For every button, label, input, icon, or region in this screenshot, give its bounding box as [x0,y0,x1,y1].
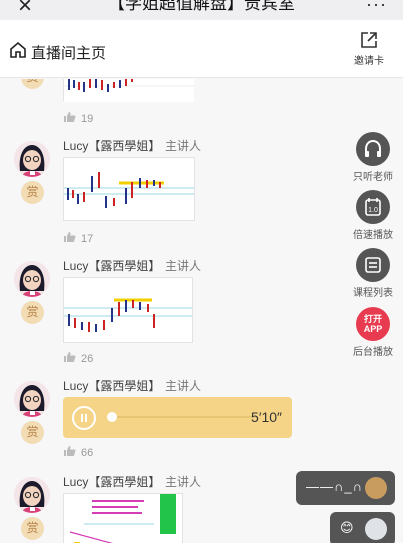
sender-name[interactable]: Lucy【露西學姐】 [63,473,160,490]
like-count[interactable]: 19 [63,111,93,125]
audio-progress-slider[interactable] [107,412,117,422]
user-avatar [365,518,387,540]
lecturer-avatar-illustration [14,141,50,177]
user-avatar [365,477,387,499]
avatar[interactable] [14,141,50,177]
sender-name[interactable]: Lucy【露西學姐】 [63,137,160,154]
invite-card-label: 邀请卡 [354,56,384,67]
avatar[interactable] [14,261,50,297]
course-list-label: 课程列表 [353,288,393,299]
like-count[interactable]: 26 [63,351,93,365]
annotated-chart-thumbnail [64,494,182,543]
page-title: 【学姐超值解盘】贵宾室 [108,0,295,13]
background-play-label: 后台播放 [353,347,393,358]
like-count-value: 19 [81,113,94,125]
comment-bubble[interactable]: 😊 [330,512,395,543]
thumbs-up-icon [64,232,76,242]
voice-duration: 5′10″ [251,409,282,425]
home-icon[interactable] [9,41,27,59]
voice-message-player[interactable]: 5′10″ [63,397,292,438]
reward-button[interactable]: 赏 [21,421,44,444]
comment-text: 😊 [340,520,355,535]
playback-speed-button[interactable]: 1.0 倍速播放 [351,190,395,241]
like-count-value: 66 [81,447,94,459]
title-bar: × 【学姐超值解盘】贵宾室 ··· [0,0,403,20]
lecturer-avatar-illustration [14,477,50,513]
sender-role: 主讲人 [165,259,202,273]
avatar[interactable] [14,381,50,417]
list-icon [356,248,390,282]
comment-text: ——∩_∩ [306,479,363,494]
sender-name[interactable]: Lucy【露西學姐】 [63,257,160,274]
headphones-icon [356,132,390,166]
like-count[interactable]: 66 [63,445,93,459]
pause-icon[interactable] [72,406,96,430]
share-icon [361,32,377,48]
playback-speed-label: 倍速播放 [353,230,393,241]
reward-button[interactable]: 赏 [21,517,44,540]
comment-bubble[interactable]: ——∩_∩ [296,471,395,505]
speed-value: 1.0 [368,207,378,214]
live-home-link[interactable]: 直播间主页 [31,42,106,63]
candlestick-chart-thumbnail [64,278,192,342]
sender-role: 主讲人 [165,475,202,489]
open-app-icon: 打开APP [356,307,390,341]
reward-button[interactable]: 赏 [21,79,44,89]
avatar[interactable] [14,477,50,513]
sender-role: 主讲人 [165,379,202,393]
sender-name[interactable]: Lucy【露西學姐】 [63,377,160,394]
lecturer-avatar-illustration [14,261,50,297]
lecturer-avatar-illustration [14,381,50,417]
more-options-icon[interactable]: ··· [366,0,387,15]
thumbs-up-icon [64,446,76,456]
background-play-button[interactable]: 打开APP 后台播放 [351,307,395,358]
chart-image[interactable] [63,493,183,543]
like-count[interactable]: 17 [63,231,93,245]
reward-button[interactable]: 赏 [21,181,44,204]
chart-image[interactable] [63,79,194,102]
thumbs-up-icon [64,112,76,122]
like-count-value: 17 [81,233,94,245]
audio-progress-track[interactable] [117,416,257,418]
candlestick-chart-thumbnail [64,158,194,220]
speed-icon: 1.0 [356,190,390,224]
sender-role: 主讲人 [165,139,202,153]
thumbs-up-icon [64,352,76,362]
chart-image[interactable] [63,277,193,343]
teacher-only-label: 只听老师 [353,172,393,183]
course-list-button[interactable]: 课程列表 [351,248,395,299]
reward-button[interactable]: 赏 [21,301,44,324]
live-room-header: 直播间主页 邀请卡 [0,20,403,78]
teacher-only-button[interactable]: 只听老师 [351,132,395,183]
candlestick-chart-thumbnail [64,79,194,102]
like-count-value: 26 [81,353,94,365]
invite-card-button[interactable]: 邀请卡 [349,30,389,67]
chart-image[interactable] [63,157,195,221]
